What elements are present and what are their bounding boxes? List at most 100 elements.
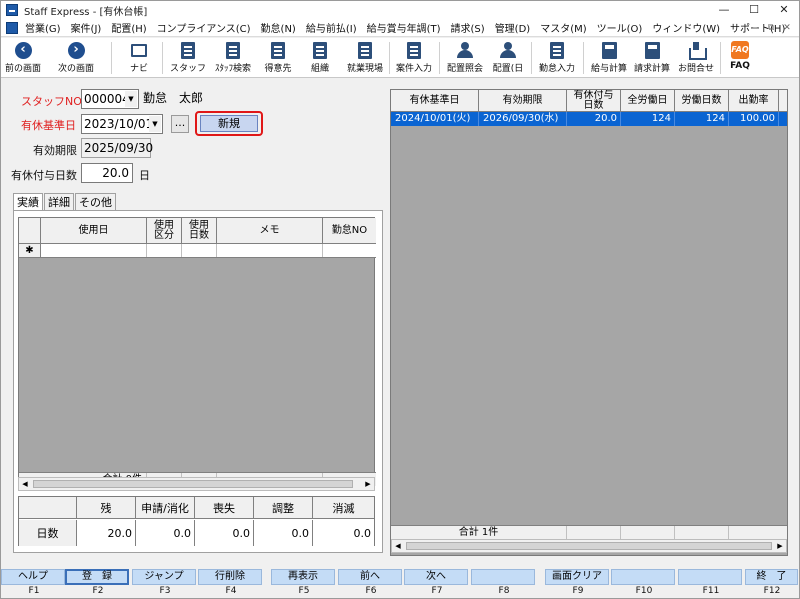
mdi-minimize-button[interactable]: –: [747, 19, 763, 37]
new-row-memo-cell[interactable]: [217, 244, 323, 257]
row-base-date: 2024/10/01(火): [391, 112, 479, 126]
placement-inquiry-button[interactable]: 配置照会: [444, 40, 486, 76]
new-row-type-cell[interactable]: [147, 244, 182, 257]
base-date-label: 有休基準日: [21, 119, 76, 132]
staff-no-select[interactable]: 000004 ▼: [81, 89, 139, 109]
col-worked-days[interactable]: 労働日数: [675, 90, 729, 111]
menu-payroll[interactable]: 給与賞与年調(T): [362, 20, 446, 35]
client-button[interactable]: 得意先: [261, 40, 295, 76]
col-expiry[interactable]: 有効期限: [479, 90, 567, 111]
row-grant-days: 20.0: [567, 112, 621, 126]
placement-daily-button[interactable]: 配置(日: [490, 40, 526, 76]
staff-search-button[interactable]: ｽﾀｯﾌ検索: [211, 40, 255, 76]
tab-details[interactable]: 詳細: [44, 193, 74, 211]
menu-window[interactable]: ウィンドウ(W): [647, 20, 725, 35]
refresh-button[interactable]: 再表示: [271, 569, 335, 585]
work-site-button[interactable]: 就業現場: [344, 40, 386, 76]
scroll-right-icon[interactable]: ▶: [774, 540, 786, 552]
f8-button[interactable]: [471, 569, 535, 585]
mdi-close-button[interactable]: ✕: [779, 19, 795, 37]
payroll-calc-button[interactable]: 給与計算: [588, 40, 630, 76]
history-hscrollbar[interactable]: ◀ ▶: [391, 539, 787, 553]
menu-attendance[interactable]: 勤怠(N): [256, 20, 301, 35]
col-attendance-no[interactable]: 勤怠NO: [323, 218, 376, 243]
fkey-f10-number: F10: [635, 586, 653, 596]
menu-billing[interactable]: 請求(S): [446, 20, 490, 35]
usage-hscrollbar[interactable]: ◀ ▶: [18, 477, 375, 491]
col-grant-days[interactable]: 有休付与 日数: [567, 90, 621, 111]
scroll-thumb[interactable]: [406, 542, 772, 550]
help-button[interactable]: ヘルプ: [1, 569, 65, 585]
fkey-f11: F11: [678, 569, 744, 599]
scroll-left-icon[interactable]: ◀: [392, 540, 404, 552]
fkey-f9: 画面クリア F9: [545, 569, 611, 599]
summary-adjust-value: 0.0: [254, 520, 313, 546]
new-row-date-cell[interactable]: [41, 244, 147, 257]
date-picker-button[interactable]: ...: [171, 115, 189, 133]
col-usage-days[interactable]: 使用 日数: [182, 218, 217, 243]
organization-button[interactable]: 組織: [305, 40, 335, 76]
new-row[interactable]: ✱: [19, 244, 376, 258]
attendance-input-button[interactable]: 勤怠入力: [536, 40, 578, 76]
inquiry-button[interactable]: お問合せ: [676, 40, 716, 76]
chevron-down-icon[interactable]: ▼: [149, 116, 161, 132]
grant-days-input[interactable]: 20.0: [81, 163, 133, 183]
menu-admin[interactable]: 管理(D): [490, 20, 536, 35]
fkey-f2-number: F2: [92, 586, 104, 596]
row-total-workdays: 124: [621, 112, 675, 126]
navi-button[interactable]: ナビ: [125, 40, 153, 76]
scroll-right-icon[interactable]: ▶: [362, 478, 374, 490]
table-row[interactable]: 2024/10/01(火) 2026/09/30(水) 20.0 124 124…: [391, 112, 787, 126]
minimize-button[interactable]: —: [709, 1, 739, 19]
case-input-button[interactable]: 案件入力: [393, 40, 435, 76]
menu-app-icon[interactable]: [6, 21, 18, 34]
fkey-f8: F8: [471, 569, 537, 599]
col-attendance-rate[interactable]: 出勤率: [729, 90, 779, 111]
forward-button[interactable]: › 次の画面: [54, 40, 98, 76]
chevron-down-icon[interactable]: ▼: [125, 91, 137, 107]
menu-sales[interactable]: 営業(G): [20, 20, 66, 35]
exit-button[interactable]: 終 了: [745, 569, 798, 585]
delete-row-button[interactable]: 行削除: [198, 569, 262, 585]
f10-button[interactable]: [611, 569, 675, 585]
scroll-thumb[interactable]: [33, 480, 353, 488]
organization-label: 組織: [310, 64, 329, 74]
new-button[interactable]: 新規: [200, 115, 258, 132]
menu-compliance[interactable]: コンプライアンス(C): [152, 20, 256, 35]
scroll-left-icon[interactable]: ◀: [19, 478, 31, 490]
menu-bar: 営業(G) 案件(J) 配置(H) コンプライアンス(C) 勤怠(N) 給与前払…: [1, 19, 799, 37]
menu-advance-pay[interactable]: 給与前払(I): [301, 20, 362, 35]
base-date-select[interactable]: 2023/10/01 ▼: [81, 114, 163, 134]
new-button-highlight: 新規: [195, 111, 263, 136]
col-usage-type[interactable]: 使用 区分: [147, 218, 182, 243]
tab-other[interactable]: その他: [75, 193, 116, 211]
jump-button[interactable]: ジャンプ: [132, 569, 196, 585]
f11-button[interactable]: [678, 569, 742, 585]
menu-placement[interactable]: 配置(H): [106, 20, 151, 35]
faq-button[interactable]: FAQ FAQ: [728, 40, 752, 76]
staff-button[interactable]: スタッフ: [170, 40, 206, 76]
billing-calc-button[interactable]: 請求計算: [631, 40, 673, 76]
col-usage-date[interactable]: 使用日: [41, 218, 147, 243]
menu-tools[interactable]: ツール(O): [592, 20, 648, 35]
col-base-date[interactable]: 有休基準日: [391, 90, 479, 111]
new-row-attendance-cell[interactable]: [323, 244, 376, 257]
register-button[interactable]: 登 録: [65, 569, 129, 585]
close-button[interactable]: ✕: [769, 1, 799, 19]
menu-master[interactable]: マスタ(M): [535, 20, 591, 35]
maximize-button[interactable]: ☐: [739, 1, 769, 19]
clear-screen-button[interactable]: 画面クリア: [545, 569, 609, 585]
mdi-restore-button[interactable]: ⧉: [763, 19, 779, 37]
previous-button[interactable]: 前へ: [338, 569, 402, 585]
col-total-workdays[interactable]: 全労働日: [621, 90, 675, 111]
navi-label: ナビ: [129, 64, 148, 74]
tab-actual[interactable]: 実績: [13, 193, 43, 211]
staff-search-label: ｽﾀｯﾌ検索: [214, 64, 251, 74]
next-button[interactable]: 次へ: [404, 569, 468, 585]
col-memo[interactable]: メモ: [217, 218, 323, 243]
menu-case[interactable]: 案件(J): [66, 20, 107, 35]
back-button[interactable]: ‹ 前の画面: [5, 40, 41, 76]
new-row-marker: ✱: [19, 244, 41, 257]
fkey-f9-number: F9: [572, 586, 584, 596]
new-row-days-cell[interactable]: [182, 244, 217, 257]
